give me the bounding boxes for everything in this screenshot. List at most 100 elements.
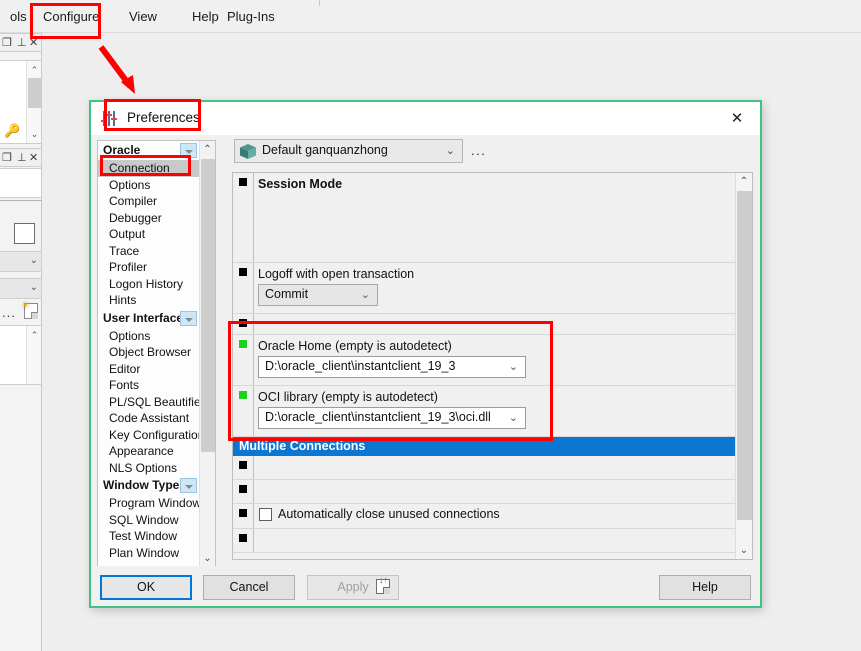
property-scroll-up-icon[interactable]: ⌃	[736, 173, 752, 190]
left-docked-panel: ❐ ⊥ ✕ ⌃ ⌄ 🔑 ❐ ⊥ ✕ ⌄ ⌄ ... ✳ ⌃	[0, 33, 42, 651]
dialog-close-button[interactable]: ✕	[722, 107, 752, 131]
sidebar-item-hints[interactable]: Hints	[98, 292, 199, 309]
menu-divider-tick	[319, 0, 320, 6]
chevron-down-icon-oracle-home: ⌄	[508, 361, 518, 373]
property-row-blank-4[interactable]	[233, 529, 735, 553]
tree-scroll-thumb[interactable]	[201, 159, 215, 452]
tree-group-label-oracle: Oracle	[103, 143, 141, 157]
menu-item-plugins[interactable]: Plug-Ins	[217, 5, 285, 28]
row-marker-icon-green-2	[239, 391, 247, 399]
sidebar-item-debugger[interactable]: Debugger	[98, 210, 199, 227]
sidebar-item-trace[interactable]: Trace	[98, 243, 199, 260]
close-icon[interactable]: ✕	[29, 36, 38, 50]
cancel-button[interactable]: Cancel	[203, 575, 295, 600]
menu-item-configure[interactable]: Configure	[33, 5, 109, 28]
row-marker-icon-7	[239, 534, 247, 542]
section-label-multiple-connections: Multiple Connections	[239, 439, 366, 453]
property-label-oracle-home: Oracle Home (empty is autodetect)	[258, 339, 452, 353]
property-grid-scrollbar[interactable]: ⌃ ⌄	[735, 173, 752, 559]
pin-icon[interactable]: ⊥	[17, 36, 27, 50]
tree-scrollbar[interactable]: ⌃ ⌄	[199, 141, 215, 567]
sidebar-item-sql-window[interactable]: SQL Window	[98, 512, 199, 529]
dock-checkbox[interactable]	[14, 223, 35, 244]
dock-list-area: ⌃ ⌄ 🔑	[0, 60, 42, 144]
logoff-transaction-select[interactable]: Commit ⌄	[258, 284, 378, 306]
sidebar-item-editor[interactable]: Editor	[98, 361, 199, 378]
sidebar-item-key-configuration[interactable]: Key Configuration	[98, 427, 199, 444]
dock-combo-2[interactable]: ⌄	[0, 278, 42, 299]
dock-scrollbar-2[interactable]: ⌃	[26, 326, 41, 384]
dock-scroll-up-icon-2[interactable]: ⌃	[27, 328, 42, 342]
restore-icon-2[interactable]: ❐	[2, 151, 12, 165]
row-marker-icon-3	[239, 319, 247, 327]
sidebar-item-nls-options[interactable]: NLS Options	[98, 460, 199, 477]
dock-scrollbar[interactable]: ⌃ ⌄	[26, 61, 41, 143]
sidebar-item-logon-history[interactable]: Logon History	[98, 276, 199, 293]
profile-ellipsis-button[interactable]: ...	[471, 143, 486, 158]
sidebar-item-appearance[interactable]: Appearance	[98, 443, 199, 460]
chevron-down-icon-window-types[interactable]	[180, 478, 197, 493]
property-row-logoff[interactable]: Logoff with open transaction Commit ⌄	[233, 263, 735, 314]
tree-group-oracle[interactable]: Oracle	[98, 141, 199, 160]
property-scroll-thumb[interactable]	[737, 191, 752, 520]
sidebar-item-ui-options[interactable]: Options	[98, 328, 199, 345]
property-row-auto-close[interactable]: Automatically close unused connections	[233, 504, 735, 529]
screen: ols Configure View Help Plug-Ins ❐ ⊥ ✕ ⌃…	[0, 0, 861, 651]
sidebar-item-plan-window[interactable]: Plan Window	[98, 545, 199, 562]
pin-icon-2[interactable]: ⊥	[17, 151, 27, 165]
oci-library-value: D:\oracle_client\instantclient_19_3\oci.…	[265, 410, 491, 424]
chevron-down-icon-oci: ⌄	[508, 412, 518, 424]
key-icon: 🔑	[4, 123, 21, 138]
sidebar-item-plsql-beautifier[interactable]: PL/SQL Beautifier	[98, 394, 199, 411]
dock-combo-1[interactable]: ⌄	[0, 251, 42, 272]
dialog-title-bar: Preferences ✕	[91, 102, 760, 135]
tree-group-label-user-interface: User Interface	[103, 310, 184, 325]
auto-close-connections-checkbox[interactable]	[259, 508, 272, 521]
sidebar-item-connection[interactable]: Connection	[98, 160, 199, 177]
connection-property-grid: Session Mode Logoff with open transactio…	[232, 172, 753, 560]
tree-scroll-up-icon[interactable]: ⌃	[200, 141, 215, 158]
dock-scroll-up-icon[interactable]: ⌃	[27, 63, 42, 77]
property-row-session-mode[interactable]: Session Mode	[233, 173, 735, 263]
tree-group-window-types[interactable]: Window Types	[98, 476, 199, 495]
sidebar-item-program-window[interactable]: Program Window	[98, 495, 199, 512]
row-marker-icon-6	[239, 509, 247, 517]
sidebar-item-profiler[interactable]: Profiler	[98, 259, 199, 276]
sidebar-item-fonts[interactable]: Fonts	[98, 377, 199, 394]
oracle-home-input[interactable]: D:\oracle_client\instantclient_19_3 ⌄	[258, 356, 526, 378]
tree-group-user-interface[interactable]: User Interface	[98, 308, 199, 328]
dock-scroll-thumb[interactable]	[28, 78, 41, 108]
dock-scroll-down-icon[interactable]: ⌄	[27, 127, 42, 141]
sidebar-item-compiler[interactable]: Compiler	[98, 193, 199, 210]
chevron-down-icon-user-interface[interactable]	[180, 310, 197, 326]
property-scroll-down-icon[interactable]: ⌄	[736, 542, 752, 559]
oci-library-input[interactable]: D:\oracle_client\instantclient_19_3\oci.…	[258, 407, 526, 429]
sidebar-item-code-assistant[interactable]: Code Assistant	[98, 410, 199, 427]
annotation-arrow	[98, 45, 135, 94]
restore-icon[interactable]: ❐	[2, 36, 12, 50]
property-row-blank-1[interactable]	[233, 314, 735, 335]
chevron-down-icon-oracle[interactable]	[180, 143, 197, 158]
preferences-category-tree[interactable]: Oracle Connection Options Compiler Debug…	[97, 140, 216, 568]
menu-item-view[interactable]: View	[119, 5, 167, 28]
tree-scroll-down-icon[interactable]: ⌄	[200, 550, 215, 567]
property-row-oracle-home[interactable]: Oracle Home (empty is autodetect) D:\ora…	[233, 335, 735, 386]
dock-ellipsis-button[interactable]: ...	[2, 305, 16, 320]
property-row-blank-2[interactable]	[233, 456, 735, 480]
row-vline-6	[253, 456, 254, 479]
import-export-preferences-button[interactable]: ↓↑	[376, 575, 394, 595]
menu-item-tools[interactable]: ols	[0, 5, 37, 28]
property-row-oci-library[interactable]: OCI library (empty is autodetect) D:\ora…	[233, 386, 735, 437]
ok-button[interactable]: OK	[100, 575, 192, 600]
import-export-arrows-icon: ↓↑	[379, 575, 388, 585]
oracle-home-value: D:\oracle_client\instantclient_19_3	[265, 359, 456, 373]
property-row-blank-3[interactable]	[233, 480, 735, 504]
sidebar-item-options[interactable]: Options	[98, 177, 199, 194]
close-icon-2[interactable]: ✕	[29, 151, 38, 165]
connection-profile-value: Default ganquanzhong	[262, 143, 388, 157]
sidebar-item-test-window[interactable]: Test Window	[98, 528, 199, 545]
connection-profile-select[interactable]: Default ganquanzhong ⌄	[234, 139, 463, 163]
sidebar-item-object-browser[interactable]: Object Browser	[98, 344, 199, 361]
help-button[interactable]: Help	[659, 575, 751, 600]
sidebar-item-output[interactable]: Output	[98, 226, 199, 243]
